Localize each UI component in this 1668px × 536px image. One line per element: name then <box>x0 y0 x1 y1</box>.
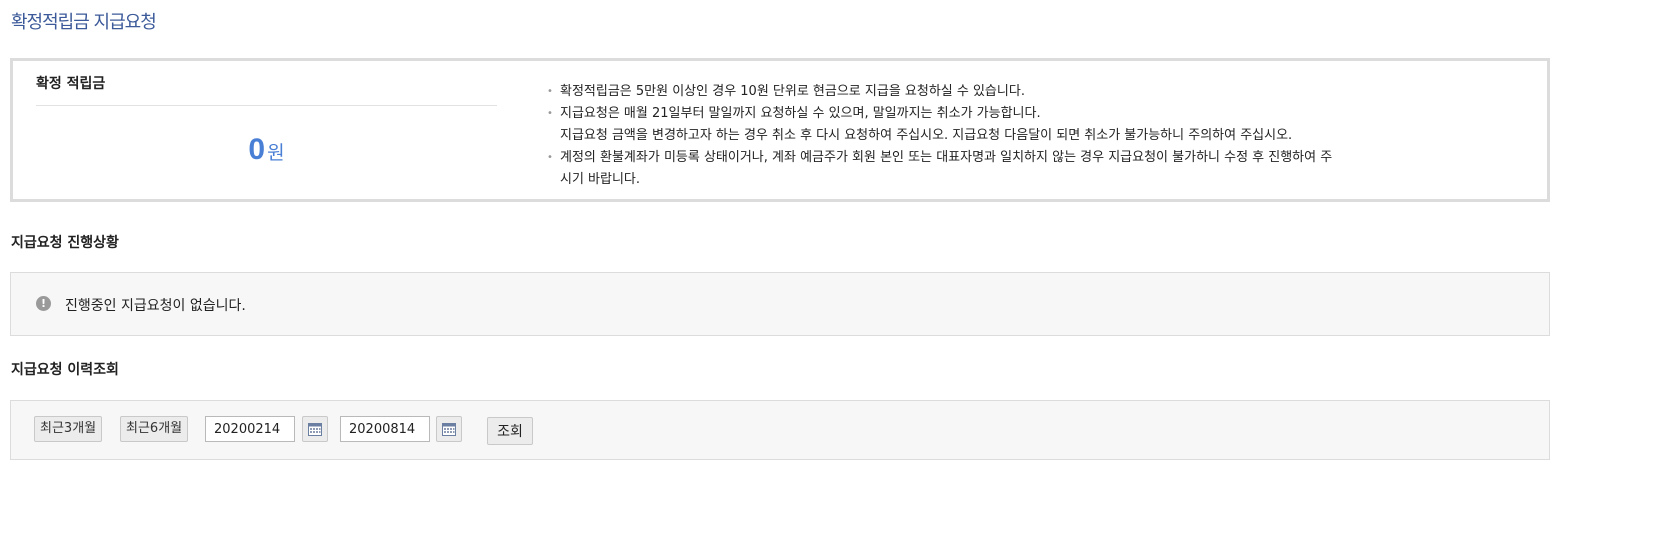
page-title: 확정적립금 지급요청 <box>11 12 157 33</box>
calendar-icon <box>442 423 456 436</box>
notice-text: 지급요청은 매월 21일부터 말일까지 요청하실 수 있으며, 말일까지는 취소… <box>560 106 1041 121</box>
bullet-icon: • <box>547 86 553 97</box>
history-section-title: 지급요청 이력조회 <box>11 362 119 378</box>
exclamation-circle-icon: ! <box>36 296 51 311</box>
status-box: ! 진행중인 지급요청이 없습니다. <box>10 272 1550 336</box>
notice-item: • 지급요청은 매월 21일부터 말일까지 요청하실 수 있으며, 말일까지는 … <box>546 103 1531 147</box>
notice-item: • 계정의 환불계좌가 미등록 상태이거나, 계좌 예금주가 회원 본인 또는 … <box>546 147 1531 191</box>
recent-3-months-button[interactable]: 최근3개월 <box>34 416 103 442</box>
notice-text: 계정의 환불계좌가 미등록 상태이거나, 계좌 예금주가 회원 본인 또는 대표… <box>560 150 1333 165</box>
end-date-input[interactable] <box>340 416 430 442</box>
notice-item: • 확정적립금은 5만원 이상인 경우 10원 단위로 현금으로 지급을 요청하… <box>546 81 1531 103</box>
notice-text-continued: 시기 바랍니다. <box>560 172 641 187</box>
bullet-icon: • <box>547 108 553 119</box>
end-date-calendar-button[interactable] <box>436 416 462 442</box>
balance-label: 확정 적립금 <box>36 73 497 106</box>
notice-text-continued: 지급요청 금액을 변경하고자 하는 경우 취소 후 다시 요청하여 주십시오. … <box>560 128 1293 143</box>
calendar-icon <box>308 423 322 436</box>
notice-list: • 확정적립금은 5만원 이상인 경우 10원 단위로 현금으로 지급을 요청하… <box>546 81 1531 191</box>
status-section-title: 지급요청 진행상황 <box>11 235 119 251</box>
search-button[interactable]: 조회 <box>487 417 533 445</box>
bullet-icon: • <box>547 152 553 163</box>
status-message: 진행중인 지급요청이 없습니다. <box>65 298 246 314</box>
balance-box: 확정 적립금 0원 • 확정적립금은 5만원 이상인 경우 10원 단위로 현금… <box>10 58 1550 202</box>
balance-amount-unit: 원 <box>267 142 285 164</box>
recent-6-months-button[interactable]: 최근6개월 <box>120 416 189 442</box>
balance-amount: 0원 <box>36 133 497 167</box>
notice-text: 확정적립금은 5만원 이상인 경우 10원 단위로 현금으로 지급을 요청하실 … <box>560 84 1025 99</box>
balance-summary: 확정 적립금 0원 <box>36 73 497 167</box>
balance-amount-value: 0 <box>248 133 266 166</box>
start-date-calendar-button[interactable] <box>302 416 328 442</box>
start-date-input[interactable] <box>205 416 295 442</box>
history-search-box: 최근3개월 최근6개월 조회 <box>10 400 1550 460</box>
